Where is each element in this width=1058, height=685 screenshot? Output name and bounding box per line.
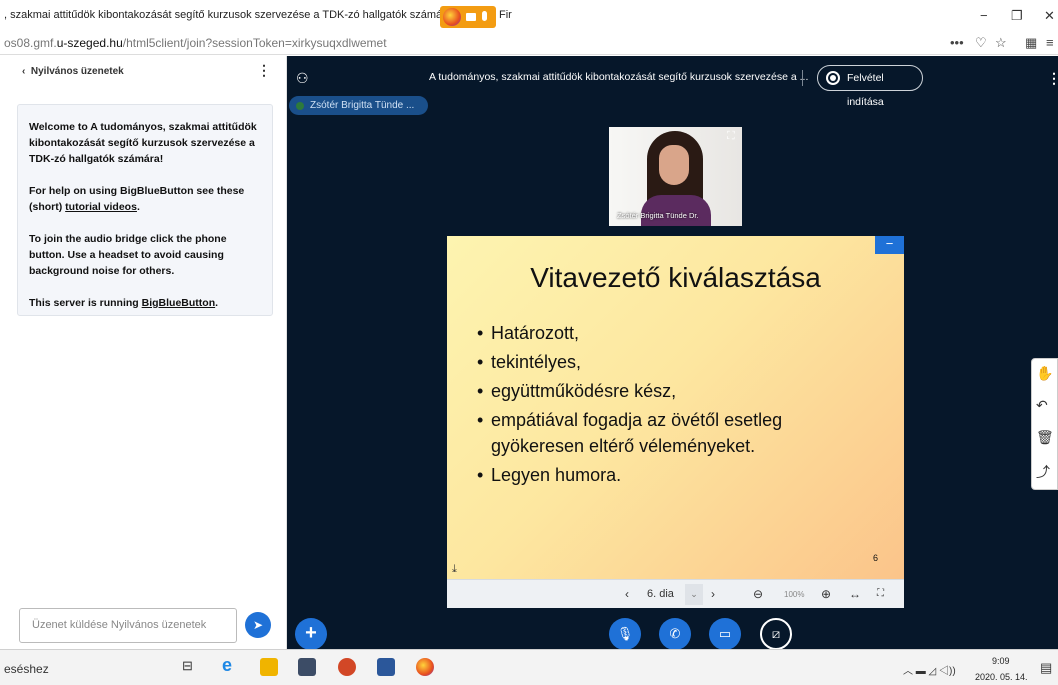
start-recording-button[interactable]: Felvétel indítása: [817, 65, 923, 108]
download-icon[interactable]: ⤓: [452, 563, 457, 576]
send-message-button[interactable]: ➤: [245, 612, 271, 638]
server-suffix: .: [215, 297, 219, 309]
slide-bullet: empátiával fogadja az övétől esetleg gyö…: [477, 407, 857, 459]
header-divider: [802, 70, 803, 86]
powerpoint-icon[interactable]: [338, 658, 356, 676]
firefox-icon: [443, 8, 461, 26]
notification-icon[interactable]: ▤: [1040, 660, 1052, 676]
record-label: Felvétel indítása: [847, 72, 884, 108]
clock-time[interactable]: 9:09: [992, 656, 1010, 666]
url-prefix: os08.gmf.: [4, 36, 57, 50]
window-titlebar: , szakmai attitűdök kibontakozását segít…: [0, 0, 1058, 31]
slide-selector[interactable]: 6. dia: [647, 588, 674, 600]
slide-bullet: együttműködésre kész,: [477, 378, 857, 404]
firefox-taskbar-icon[interactable]: [416, 658, 434, 676]
sharing-indicator[interactable]: [440, 6, 496, 28]
actions-plus-button[interactable]: +: [295, 618, 327, 650]
help-line: For help on using BigBlueButton see thes…: [29, 183, 262, 215]
slide-toolbar: ‹ 6. dia ⌄ › ⊖ 100% ⊕ ↔ ⛶: [447, 579, 904, 608]
edge-icon[interactable]: e: [222, 655, 240, 675]
chat-header-label: Nyilvános üzenetek: [30, 66, 124, 77]
chat-back-button[interactable]: ‹ Nyilvános üzenetek: [22, 66, 124, 77]
welcome-line: Welcome to A tudományos, szakmai attitűd…: [29, 119, 262, 167]
welcome-message: Welcome to A tudományos, szakmai attitűd…: [17, 104, 273, 316]
slide-bullet: Határozott,: [477, 320, 857, 346]
microphone-button[interactable]: 🎙: [609, 618, 641, 650]
server-line: This server is running BigBlueButton.: [29, 295, 262, 311]
undo-icon[interactable]: ↶: [1036, 397, 1048, 414]
presentation-area: ⚇ A tudományos, szakmai attitűdök kibont…: [287, 56, 1058, 650]
url-suffix: /html5client/join?sessionToken=xirkysuqx…: [122, 36, 387, 50]
presentation-slide: − Vitavezető kiválasztása Határozott, te…: [447, 236, 904, 579]
welcome-prefix: Welcome to: [29, 121, 91, 133]
task-view-icon[interactable]: ⊟: [182, 658, 200, 676]
bigbluebutton-link[interactable]: BigBlueButton: [142, 297, 216, 309]
fullscreen-presentation-icon[interactable]: ⛶: [877, 588, 884, 599]
zoom-out-icon[interactable]: ⊖: [753, 587, 763, 601]
record-icon: [826, 71, 840, 85]
minimize-presentation-button[interactable]: −: [875, 236, 904, 254]
whiteboard-toolbar: ✋ ↶ 🗑 ⤴: [1031, 358, 1058, 490]
previous-slide-button[interactable]: ‹: [625, 587, 629, 601]
slide-page-number: 6: [873, 553, 879, 563]
system-tray-icons[interactable]: ︿ ▬ ◿ ◁)): [903, 662, 956, 677]
webcam-button[interactable]: ▭: [709, 618, 741, 650]
url-domain: u-szeged.hu: [56, 36, 123, 50]
server-prefix: This server is running: [29, 297, 142, 309]
word-icon[interactable]: [377, 658, 395, 676]
help-suffix: .: [136, 201, 140, 213]
multi-user-whiteboard-icon[interactable]: ⤴: [1036, 462, 1050, 482]
minimize-button[interactable]: −: [980, 8, 988, 23]
close-button[interactable]: ✕: [1044, 8, 1055, 24]
slide-bullet-list: Határozott, tekintélyes, együttműködésre…: [477, 320, 857, 491]
window-title: , szakmai attitűdök kibontakozását segít…: [4, 9, 512, 21]
taskbar-search-text[interactable]: eséshez: [4, 662, 49, 676]
webcam-person-face: [659, 145, 689, 185]
camera-icon: [466, 13, 476, 21]
screenshare-button[interactable]: ⧄: [760, 618, 792, 650]
pocket-icon[interactable]: ♡: [975, 35, 987, 51]
fit-width-icon[interactable]: ↔: [849, 587, 861, 601]
microphone-icon: [482, 11, 487, 21]
file-explorer-icon[interactable]: [260, 658, 278, 676]
slide-title: Vitavezető kiválasztása: [530, 262, 821, 293]
page-actions-icon[interactable]: •••: [950, 35, 964, 50]
chat-message-input[interactable]: Üzenet küldése Nyilvános üzenetek: [19, 608, 237, 643]
fullscreen-icon[interactable]: ⛶: [727, 130, 735, 143]
chat-options-icon[interactable]: ⋮: [257, 62, 271, 79]
menu-icon[interactable]: ≡: [1046, 35, 1054, 50]
url-text[interactable]: os08.gmf.u-szeged.hu/html5client/join?se…: [4, 36, 387, 50]
webcam-video[interactable]: Zsótér Brigitta Tünde Dr. ⛶: [609, 127, 742, 226]
user-list-icon[interactable]: ⚇: [296, 70, 309, 87]
zoom-level: 100%: [784, 590, 805, 599]
next-slide-button[interactable]: ›: [711, 587, 715, 601]
audio-line: To join the audio bridge click the phone…: [29, 233, 227, 277]
slide-dropdown-icon[interactable]: ⌄: [685, 584, 703, 605]
slide-bullet: Legyen humora.: [477, 462, 857, 488]
windows-taskbar: eséshez ⊟ e ︿ ▬ ◿ ◁)) 9:09 2020. 05. 14.…: [0, 649, 1058, 685]
clock-date[interactable]: 2020. 05. 14.: [975, 672, 1028, 682]
extensions-icon[interactable]: ▦: [1025, 35, 1037, 51]
address-bar[interactable]: os08.gmf.u-szeged.hu/html5client/join?se…: [0, 31, 1058, 55]
store-icon[interactable]: [298, 658, 316, 676]
trash-icon[interactable]: 🗑: [1036, 429, 1054, 446]
hand-tool-icon[interactable]: ✋: [1036, 365, 1053, 382]
zoom-in-icon[interactable]: ⊕: [821, 587, 831, 601]
bookmark-star-icon[interactable]: ☆: [995, 35, 1007, 51]
phone-button[interactable]: ✆: [659, 618, 691, 650]
talking-indicator[interactable]: Zsótér Brigitta Tünde ...: [289, 96, 428, 115]
meeting-title: A tudományos, szakmai attitűdök kibontak…: [429, 71, 809, 83]
chat-panel: ‹ Nyilvános üzenetek ⋮ Welcome to A tudo…: [0, 56, 287, 649]
webcam-username: Zsótér Brigitta Tünde Dr.: [617, 211, 699, 220]
slide-bullet: tekintélyes,: [477, 349, 857, 375]
tutorial-videos-link[interactable]: tutorial videos: [65, 201, 137, 213]
maximize-button[interactable]: ❐: [1011, 8, 1023, 24]
options-menu-icon[interactable]: ⋮: [1047, 70, 1058, 87]
